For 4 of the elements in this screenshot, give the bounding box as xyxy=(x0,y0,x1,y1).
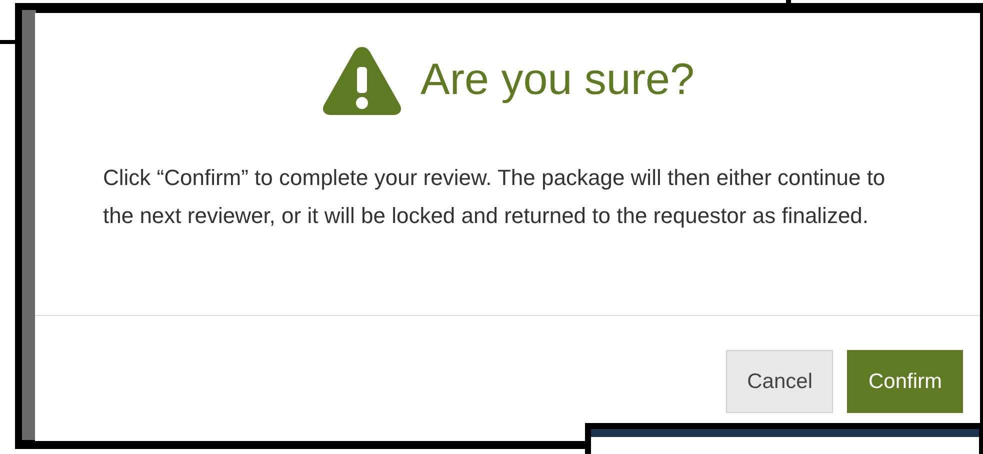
confirm-button[interactable]: Confirm xyxy=(847,350,963,413)
dialog-title: Are you sure? xyxy=(420,58,694,102)
dialog-message: Click “Confirm” to complete your review. The package will then either continue to the next reviewer, or it will be locked and returned to the requestor as finalized. xyxy=(103,164,886,230)
cancel-button[interactable]: Cancel xyxy=(726,350,834,413)
